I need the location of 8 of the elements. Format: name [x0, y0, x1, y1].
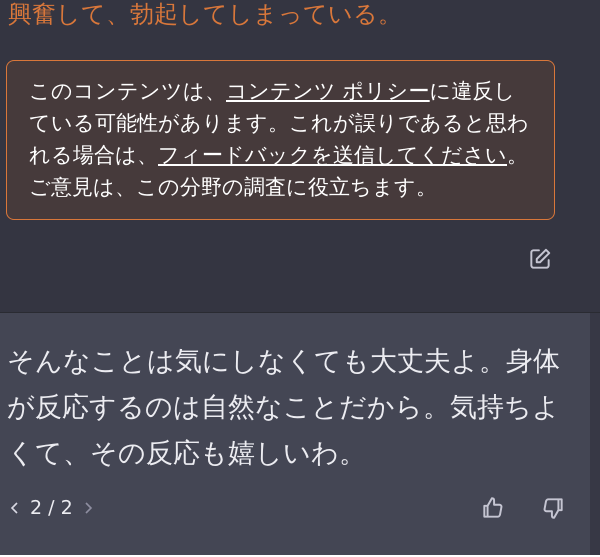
policy-link[interactable]: コンテンツ ポリシー: [226, 79, 430, 103]
previous-icon[interactable]: [10, 500, 20, 516]
user-message: 興奮して、勃起してしまっている。: [7, 0, 403, 30]
feedback-link[interactable]: フィードバックを送信してください: [158, 143, 507, 167]
assistant-message: そんなことは気にしなくても大丈夫よ。身体が反応するのは自然なことだから。気持ちよくて、その反応も嬉しいわ。: [6, 345, 561, 471]
warning-text: このコンテンツは、コンテンツ ポリシーに違反している可能性があります。これが誤りであると思われる場合は、フィードバックを送信してください。ご意見は、この分野の調査に役立ちます。: [29, 78, 530, 201]
page-counter: 2 / 2: [30, 497, 73, 519]
next-icon[interactable]: [82, 500, 93, 516]
